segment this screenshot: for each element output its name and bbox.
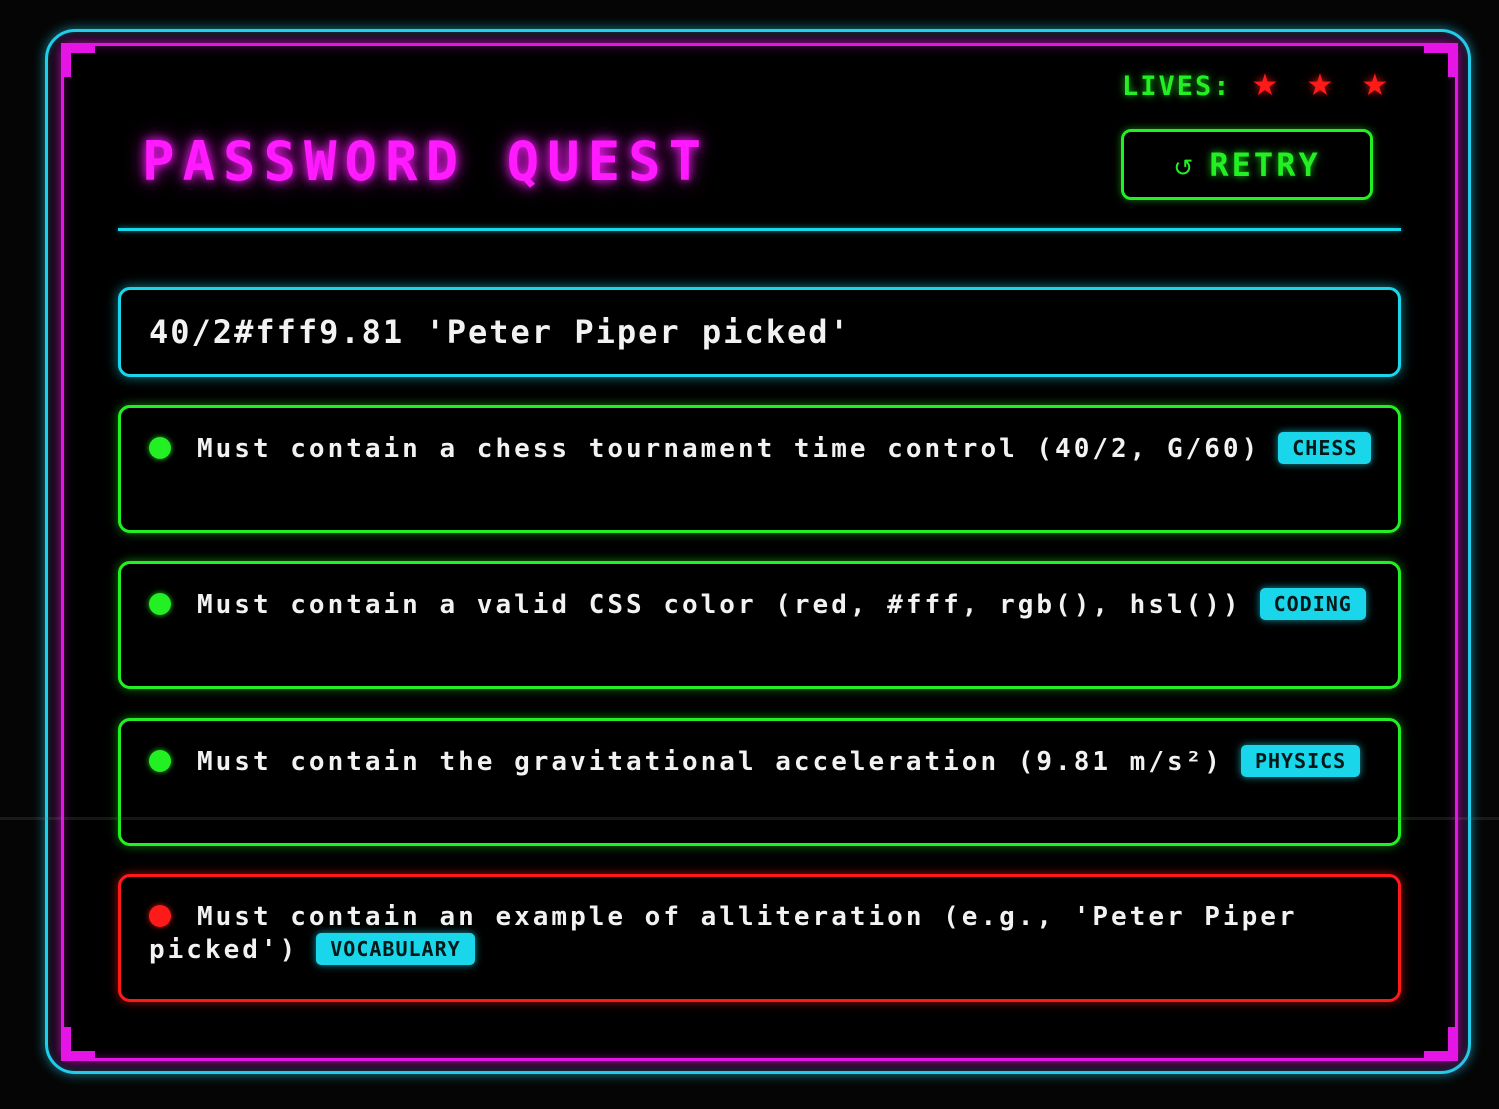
lives-indicator: LIVES: ★ ★ ★: [1122, 68, 1388, 104]
rule-row: Must contain an example of alliteration …: [149, 901, 1372, 966]
life-star-icon: ★: [1361, 68, 1389, 103]
status-dot-icon: [149, 750, 171, 772]
lives-label: LIVES:: [1122, 70, 1232, 102]
rule-text: Must contain the gravitational accelerat…: [197, 747, 1223, 777]
rule-row: Must contain a chess tournament time con…: [149, 432, 1372, 465]
life-star-icon: ★: [1306, 68, 1334, 103]
retry-icon: ↺: [1173, 153, 1194, 182]
retry-button[interactable]: ↺ RETRY: [1121, 129, 1373, 200]
corner-bracket: [61, 43, 95, 77]
rule-text: Must contain a chess tournament time con…: [197, 434, 1261, 464]
game-title: PASSWORD QUEST: [142, 130, 710, 193]
rule-row: Must contain a valid CSS color (red, #ff…: [149, 588, 1372, 621]
password-input[interactable]: [118, 287, 1401, 377]
rule-card-coding: Must contain a valid CSS color (red, #ff…: [118, 561, 1401, 689]
rule-card-vocabulary: Must contain an example of alliteration …: [118, 874, 1401, 1002]
corner-bracket: [1424, 1027, 1458, 1061]
rule-row: Must contain the gravitational accelerat…: [149, 745, 1372, 778]
lives-stars: ★ ★ ★: [1252, 71, 1389, 101]
rule-card-chess: Must contain a chess tournament time con…: [118, 405, 1401, 533]
corner-bracket: [61, 1027, 95, 1061]
category-tag: CHESS: [1278, 432, 1372, 464]
rule-text: Must contain a valid CSS color (red, #ff…: [197, 590, 1242, 620]
category-tag: CODING: [1259, 588, 1366, 620]
category-tag: PHYSICS: [1240, 745, 1361, 777]
header-divider: [118, 228, 1401, 231]
retry-label: RETRY: [1209, 145, 1321, 184]
life-star-icon: ★: [1251, 68, 1279, 103]
status-dot-icon: [149, 437, 171, 459]
corner-bracket: [1424, 43, 1458, 77]
status-dot-icon: [149, 905, 171, 927]
rule-card-physics: Must contain the gravitational accelerat…: [118, 718, 1401, 846]
category-tag: VOCABULARY: [316, 933, 475, 965]
status-dot-icon: [149, 593, 171, 615]
